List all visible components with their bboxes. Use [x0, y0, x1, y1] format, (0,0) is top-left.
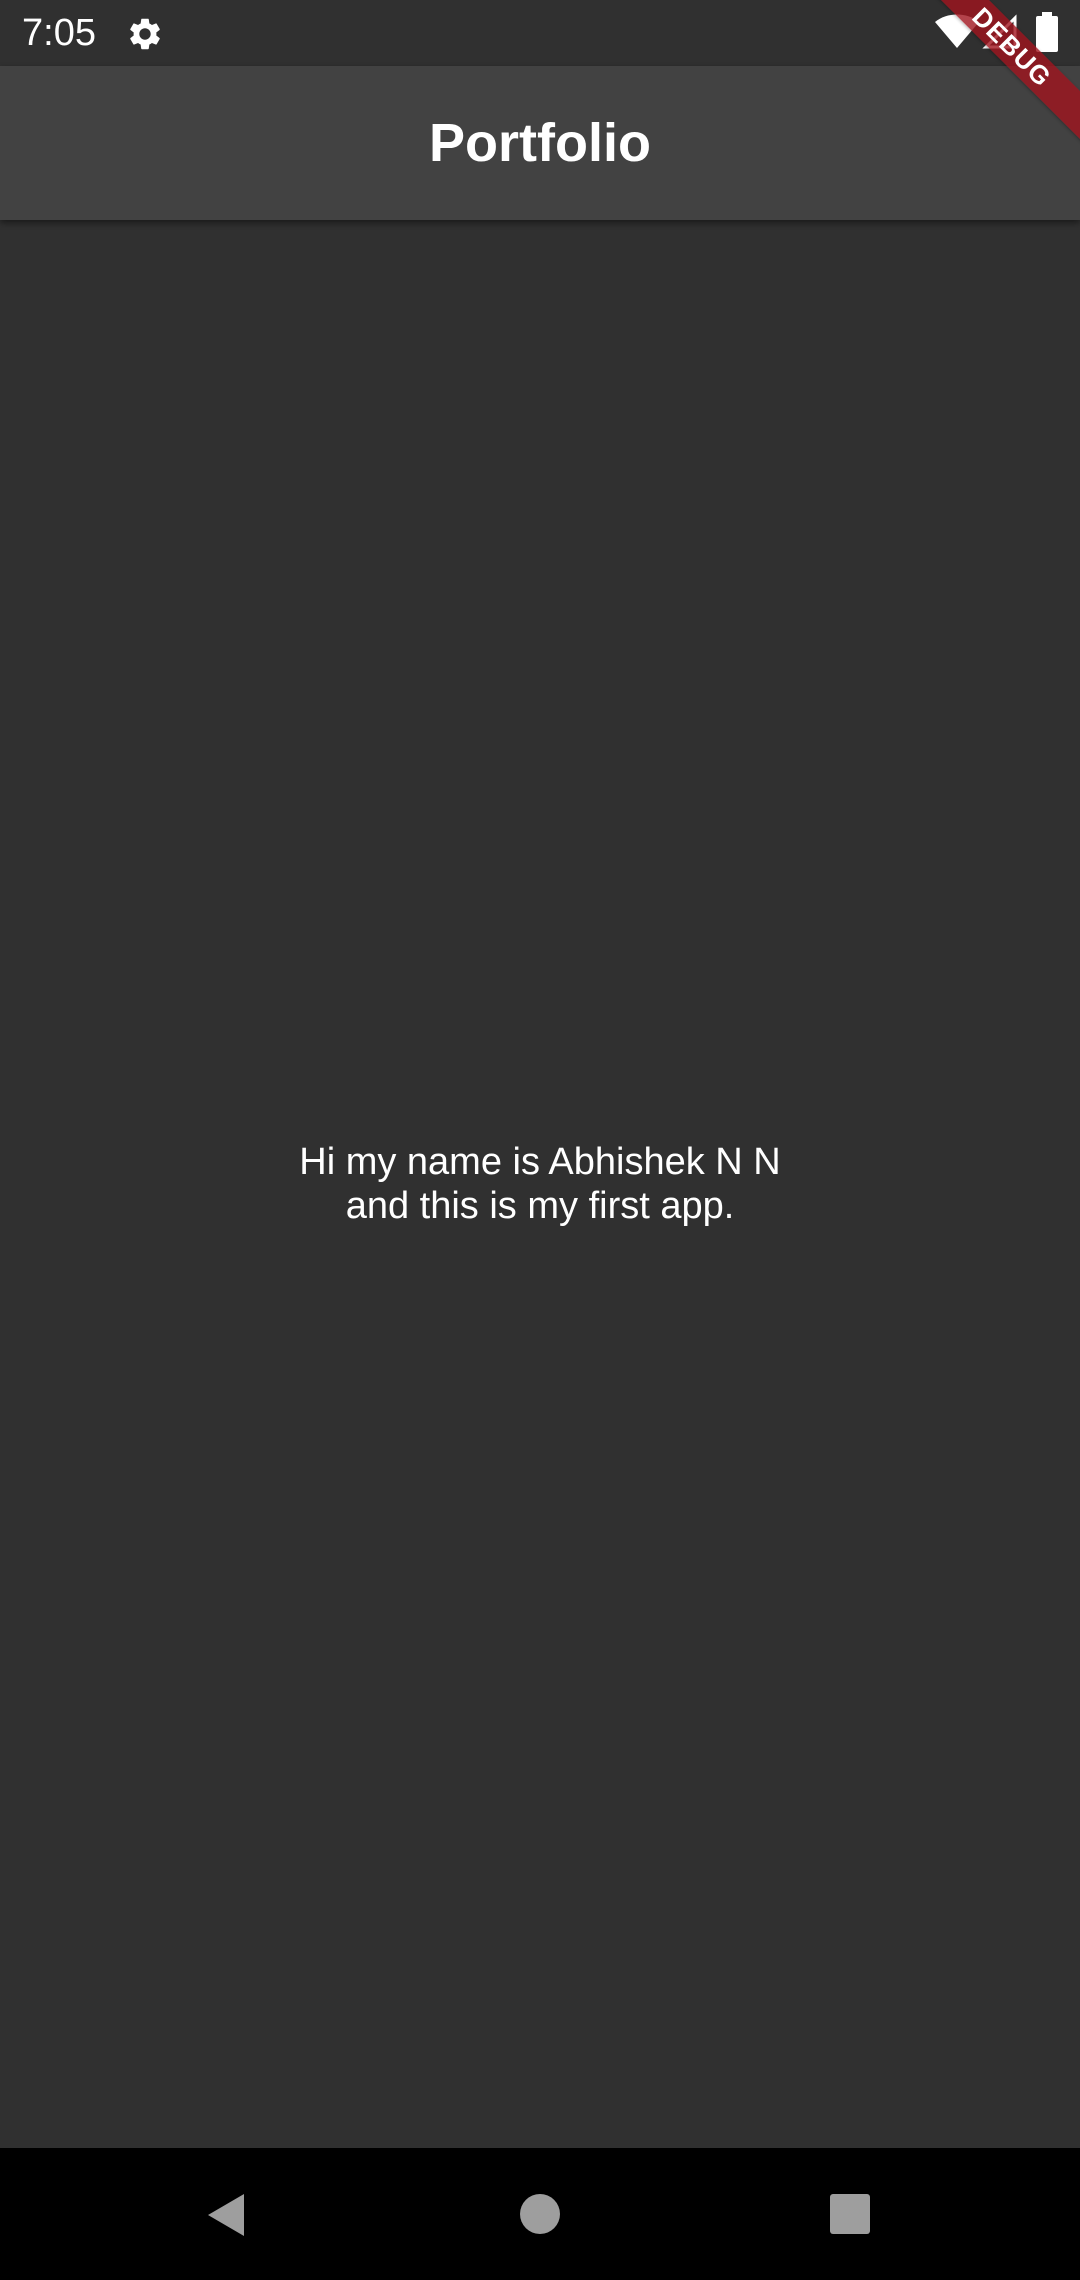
- main-content: Hi my name is Abhishek N N and this is m…: [0, 220, 1080, 2148]
- page-title: Portfolio: [429, 113, 651, 173]
- recents-icon[interactable]: [830, 2194, 870, 2234]
- navigation-bar: [0, 2148, 1080, 2280]
- screen: 7:05 Portfolio DEBUG Hi my name is Abhis…: [0, 0, 1080, 2280]
- app-bar: Portfolio: [0, 66, 1080, 220]
- battery-icon: [1036, 12, 1058, 52]
- back-icon[interactable]: [204, 2192, 248, 2238]
- gear-icon: [130, 18, 160, 50]
- intro-line-2: and this is my first app.: [345, 1185, 735, 1227]
- home-icon[interactable]: [519, 2193, 561, 2235]
- intro-line-1: Hi my name is Abhishek N N: [299, 1141, 781, 1183]
- intro-text: Hi my name is Abhishek N N and this is m…: [0, 1140, 1080, 1228]
- status-bar: 7:05: [0, 0, 1080, 66]
- status-time: 7:05: [22, 12, 96, 54]
